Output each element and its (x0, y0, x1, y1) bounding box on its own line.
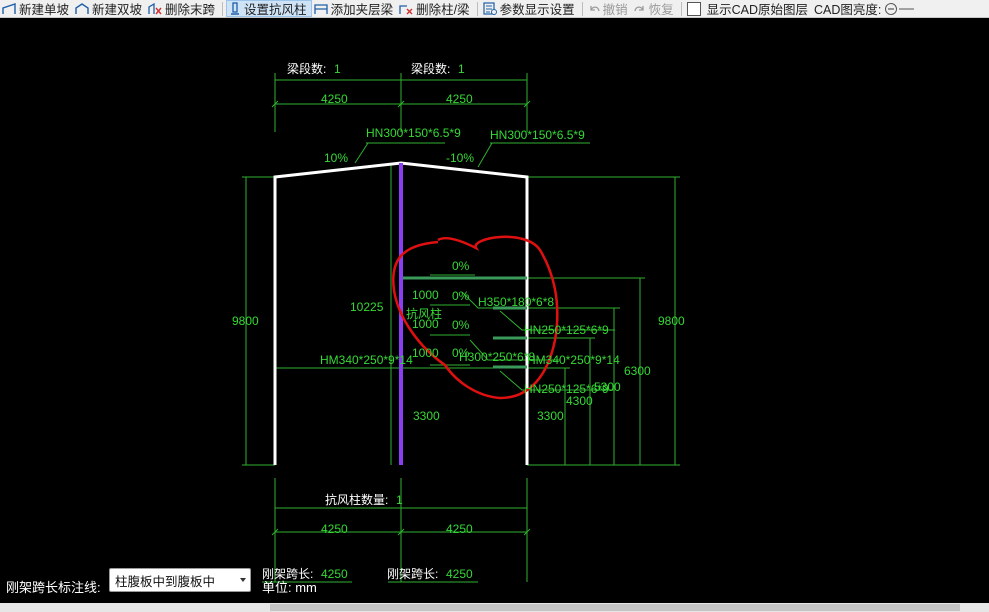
beam-section-2: HN250*125*6*9 (524, 323, 609, 337)
dim-3300-left: 3300 (413, 409, 440, 423)
column-right-section: HM340*250*9*14 (527, 353, 620, 367)
cad-brightness-control: CAD图亮度: (812, 0, 918, 17)
scrollbar-thumb[interactable] (270, 604, 960, 611)
display-settings-button[interactable]: 参数显示设置 (481, 0, 579, 17)
toolbar-divider (680, 1, 682, 16)
dim-3300-right: 3300 (537, 409, 564, 423)
height-right: 9800 (658, 314, 685, 328)
double-slope-icon (75, 2, 89, 14)
unit-label: 单位: mm (262, 580, 317, 595)
show-cad-layer-checkbox[interactable]: 显示CAD原始图层 (685, 0, 812, 17)
toolbar-divider (222, 1, 224, 16)
cad-brightness-label: CAD图亮度: (814, 3, 882, 17)
delete-column-beam-button[interactable]: 删除柱/梁 (397, 0, 473, 17)
brightness-slider[interactable] (884, 2, 915, 16)
single-slope-icon (2, 2, 16, 14)
top-dim-right: 4250 (446, 92, 473, 106)
span-annotation-label: 刚架跨长标注线: (6, 580, 101, 595)
slope-left: 10% (324, 151, 348, 165)
height-left: 9800 (232, 314, 259, 328)
beam-slope-1: 0% (452, 259, 470, 273)
toolbar-divider (581, 1, 583, 16)
beam-slope-2: 0% (452, 289, 470, 303)
new-double-slope-button[interactable]: 新建双坡 (73, 0, 146, 17)
span-annotation-select[interactable]: 柱腹板中到腹板中 (109, 568, 251, 592)
new-single-slope-label: 新建单坡 (19, 3, 70, 17)
toolbar-divider (476, 1, 478, 16)
new-single-slope-button[interactable]: 新建单坡 (0, 0, 73, 17)
show-cad-layer-label: 显示CAD原始图层 (706, 3, 809, 17)
beam-spacing-3: 1000 (412, 346, 439, 360)
rafter-left-section: HN300*150*6.5*9 (366, 126, 461, 140)
segment-label-right: 梁段数: (411, 61, 450, 76)
drawing-labels: 梁段数: 1 梁段数: 1 4250 4250 HN300*150*6.5*9 … (232, 61, 685, 581)
delete-column-beam-label: 删除柱/梁 (416, 3, 470, 17)
drawing-canvas[interactable]: 梁段数: 1 梁段数: 1 4250 4250 HN300*150*6.5*9 … (0, 18, 989, 602)
beam-spacing-2: 1000 (412, 317, 439, 331)
horizontal-scrollbar[interactable] (0, 603, 989, 612)
segment-label-left: 梁段数: (287, 61, 326, 76)
span-label-right: 刚架跨长: (387, 567, 438, 581)
undo-button[interactable]: 撤销 (586, 0, 632, 17)
add-mezzanine-icon (313, 3, 328, 14)
bottom-dim-left: 4250 (321, 522, 348, 536)
display-settings-label: 参数显示设置 (499, 3, 575, 17)
wind-column-count-label: 抗风柱数量: (325, 492, 388, 507)
set-wind-column-label: 设置抗风柱 (244, 3, 307, 17)
delete-last-span-label: 删除末跨 (165, 3, 216, 17)
wind-column-height: 10225 (350, 300, 384, 314)
delete-last-span-button[interactable]: 删除末跨 (146, 0, 219, 17)
span-annotation-value: 柱腹板中到腹板中 (115, 574, 216, 589)
rafter-right-section: HN300*150*6.5*9 (490, 128, 585, 142)
redo-button[interactable]: 恢复 (632, 0, 678, 17)
undo-label: 撤销 (602, 3, 628, 17)
column-left-section: HM340*250*9*14 (320, 353, 413, 367)
beam-slope-3: 0% (452, 318, 470, 332)
beam-section-1: H350*180*6*8 (478, 295, 554, 309)
top-dim-left: 4250 (321, 92, 348, 106)
wind-column-count: 1 (396, 493, 403, 507)
cad-layer-checkbox-box[interactable] (686, 1, 701, 16)
redo-label: 恢复 (648, 3, 674, 17)
slope-right: -10% (446, 151, 474, 165)
chevron-down-icon (240, 578, 246, 582)
add-mezzanine-beam-button[interactable]: 添加夹层梁 (312, 0, 398, 17)
span-value-left: 4250 (321, 567, 348, 581)
delete-member-icon (399, 4, 413, 14)
toolbar: 新建单坡 新建双坡 删除末跨 设置抗风柱 添加夹层梁 删除柱/梁 参数显示设置 … (0, 0, 989, 18)
dim-4300: 4300 (566, 394, 593, 408)
display-settings-icon (482, 2, 497, 15)
delete-span-icon (148, 2, 162, 14)
bottom-dim-right: 4250 (446, 522, 473, 536)
undo-icon (589, 5, 600, 11)
new-double-slope-label: 新建双坡 (92, 3, 143, 17)
set-wind-column-button[interactable]: 设置抗风柱 (226, 0, 312, 17)
span-value-right: 4250 (446, 567, 473, 581)
redo-icon (633, 5, 644, 11)
dim-5300: 5300 (594, 380, 621, 394)
dim-6300: 6300 (624, 364, 651, 378)
beam-section-3: H300*250*6*8 (459, 350, 535, 364)
beam-spacing-1: 1000 (412, 288, 439, 302)
wind-column-icon (231, 2, 240, 15)
segment-value-left: 1 (334, 62, 341, 76)
segment-value-right: 1 (458, 62, 465, 76)
add-mezzanine-beam-label: 添加夹层梁 (330, 3, 394, 17)
